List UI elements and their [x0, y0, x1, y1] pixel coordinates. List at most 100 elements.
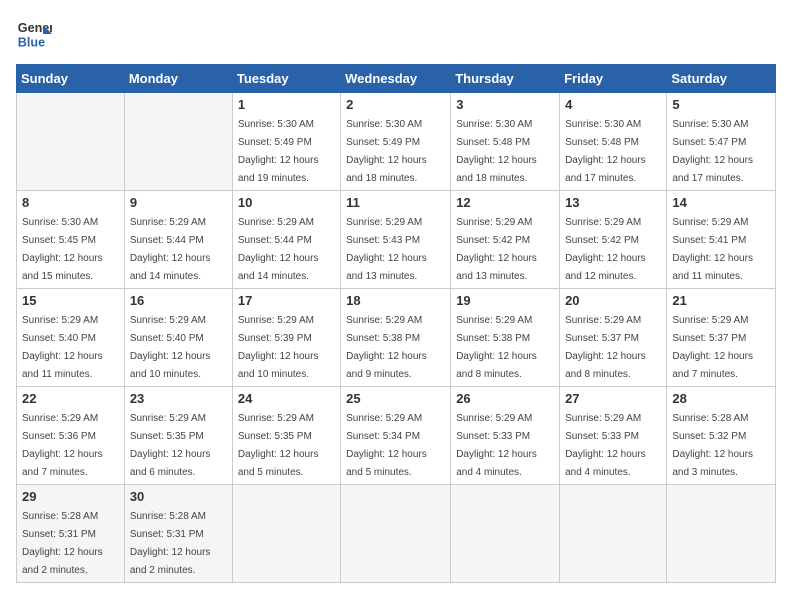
day-info: Sunrise: 5:30 AMSunset: 5:49 PMDaylight:…: [346, 119, 427, 184]
day-info: Sunrise: 5:29 AMSunset: 5:38 PMDaylight:…: [346, 315, 427, 380]
calendar-day-cell: 28 Sunrise: 5:28 AMSunset: 5:32 PMDaylig…: [667, 387, 776, 485]
day-number: 10: [238, 195, 335, 210]
calendar-day-cell: 23 Sunrise: 5:29 AMSunset: 5:35 PMDaylig…: [124, 387, 232, 485]
day-number: 8: [22, 195, 119, 210]
svg-text:Blue: Blue: [18, 36, 45, 50]
day-info: Sunrise: 5:29 AMSunset: 5:42 PMDaylight:…: [565, 217, 646, 282]
calendar-day-cell: 27 Sunrise: 5:29 AMSunset: 5:33 PMDaylig…: [560, 387, 667, 485]
day-info: Sunrise: 5:30 AMSunset: 5:45 PMDaylight:…: [22, 217, 103, 282]
weekday-header: Monday: [124, 65, 232, 93]
day-number: 16: [130, 293, 227, 308]
day-info: Sunrise: 5:28 AMSunset: 5:31 PMDaylight:…: [130, 511, 211, 576]
day-number: 19: [456, 293, 554, 308]
day-info: Sunrise: 5:29 AMSunset: 5:37 PMDaylight:…: [565, 315, 646, 380]
calendar-empty-cell: [17, 93, 125, 191]
weekday-header: Friday: [560, 65, 667, 93]
day-number: 11: [346, 195, 445, 210]
day-number: 27: [565, 391, 661, 406]
calendar-week-row: 29 Sunrise: 5:28 AMSunset: 5:31 PMDaylig…: [17, 485, 776, 583]
calendar-day-cell: 25 Sunrise: 5:29 AMSunset: 5:34 PMDaylig…: [341, 387, 451, 485]
calendar-empty-cell: [341, 485, 451, 583]
day-info: Sunrise: 5:29 AMSunset: 5:38 PMDaylight:…: [456, 315, 537, 380]
calendar-day-cell: 1 Sunrise: 5:30 AMSunset: 5:49 PMDayligh…: [232, 93, 340, 191]
calendar-day-cell: 15 Sunrise: 5:29 AMSunset: 5:40 PMDaylig…: [17, 289, 125, 387]
weekday-header: Tuesday: [232, 65, 340, 93]
calendar-empty-cell: [560, 485, 667, 583]
day-number: 17: [238, 293, 335, 308]
calendar-week-row: 22 Sunrise: 5:29 AMSunset: 5:36 PMDaylig…: [17, 387, 776, 485]
day-number: 18: [346, 293, 445, 308]
calendar-table: SundayMondayTuesdayWednesdayThursdayFrid…: [16, 64, 776, 583]
day-number: 22: [22, 391, 119, 406]
day-info: Sunrise: 5:29 AMSunset: 5:44 PMDaylight:…: [130, 217, 211, 282]
day-info: Sunrise: 5:29 AMSunset: 5:39 PMDaylight:…: [238, 315, 319, 380]
calendar-day-cell: 3 Sunrise: 5:30 AMSunset: 5:48 PMDayligh…: [451, 93, 560, 191]
calendar-day-cell: 5 Sunrise: 5:30 AMSunset: 5:47 PMDayligh…: [667, 93, 776, 191]
calendar-day-cell: 21 Sunrise: 5:29 AMSunset: 5:37 PMDaylig…: [667, 289, 776, 387]
day-number: 4: [565, 97, 661, 112]
calendar-day-cell: 26 Sunrise: 5:29 AMSunset: 5:33 PMDaylig…: [451, 387, 560, 485]
calendar-day-cell: 30 Sunrise: 5:28 AMSunset: 5:31 PMDaylig…: [124, 485, 232, 583]
day-info: Sunrise: 5:29 AMSunset: 5:40 PMDaylight:…: [130, 315, 211, 380]
day-info: Sunrise: 5:29 AMSunset: 5:44 PMDaylight:…: [238, 217, 319, 282]
calendar-week-row: 1 Sunrise: 5:30 AMSunset: 5:49 PMDayligh…: [17, 93, 776, 191]
day-info: Sunrise: 5:29 AMSunset: 5:36 PMDaylight:…: [22, 413, 103, 478]
calendar-empty-cell: [667, 485, 776, 583]
calendar-day-cell: 8 Sunrise: 5:30 AMSunset: 5:45 PMDayligh…: [17, 191, 125, 289]
calendar-day-cell: 14 Sunrise: 5:29 AMSunset: 5:41 PMDaylig…: [667, 191, 776, 289]
calendar-day-cell: 11 Sunrise: 5:29 AMSunset: 5:43 PMDaylig…: [341, 191, 451, 289]
day-number: 14: [672, 195, 770, 210]
logo: General Blue: [16, 16, 52, 52]
day-info: Sunrise: 5:28 AMSunset: 5:32 PMDaylight:…: [672, 413, 753, 478]
day-info: Sunrise: 5:29 AMSunset: 5:34 PMDaylight:…: [346, 413, 427, 478]
day-info: Sunrise: 5:28 AMSunset: 5:31 PMDaylight:…: [22, 511, 103, 576]
day-number: 5: [672, 97, 770, 112]
day-info: Sunrise: 5:29 AMSunset: 5:41 PMDaylight:…: [672, 217, 753, 282]
day-number: 25: [346, 391, 445, 406]
calendar-day-cell: 22 Sunrise: 5:29 AMSunset: 5:36 PMDaylig…: [17, 387, 125, 485]
calendar-day-cell: 24 Sunrise: 5:29 AMSunset: 5:35 PMDaylig…: [232, 387, 340, 485]
logo-icon: General Blue: [16, 16, 52, 52]
day-info: Sunrise: 5:30 AMSunset: 5:48 PMDaylight:…: [456, 119, 537, 184]
day-number: 24: [238, 391, 335, 406]
calendar-week-row: 8 Sunrise: 5:30 AMSunset: 5:45 PMDayligh…: [17, 191, 776, 289]
calendar-day-cell: 13 Sunrise: 5:29 AMSunset: 5:42 PMDaylig…: [560, 191, 667, 289]
day-info: Sunrise: 5:30 AMSunset: 5:48 PMDaylight:…: [565, 119, 646, 184]
weekday-header: Sunday: [17, 65, 125, 93]
day-info: Sunrise: 5:29 AMSunset: 5:33 PMDaylight:…: [565, 413, 646, 478]
day-number: 9: [130, 195, 227, 210]
day-number: 26: [456, 391, 554, 406]
day-info: Sunrise: 5:29 AMSunset: 5:40 PMDaylight:…: [22, 315, 103, 380]
calendar-day-cell: 18 Sunrise: 5:29 AMSunset: 5:38 PMDaylig…: [341, 289, 451, 387]
weekday-header: Thursday: [451, 65, 560, 93]
day-number: 20: [565, 293, 661, 308]
calendar-day-cell: 2 Sunrise: 5:30 AMSunset: 5:49 PMDayligh…: [341, 93, 451, 191]
day-number: 28: [672, 391, 770, 406]
day-number: 29: [22, 489, 119, 504]
calendar-day-cell: 29 Sunrise: 5:28 AMSunset: 5:31 PMDaylig…: [17, 485, 125, 583]
day-number: 15: [22, 293, 119, 308]
calendar-day-cell: 20 Sunrise: 5:29 AMSunset: 5:37 PMDaylig…: [560, 289, 667, 387]
calendar-day-cell: 4 Sunrise: 5:30 AMSunset: 5:48 PMDayligh…: [560, 93, 667, 191]
day-info: Sunrise: 5:29 AMSunset: 5:37 PMDaylight:…: [672, 315, 753, 380]
calendar-empty-cell: [451, 485, 560, 583]
day-info: Sunrise: 5:29 AMSunset: 5:42 PMDaylight:…: [456, 217, 537, 282]
day-number: 23: [130, 391, 227, 406]
day-info: Sunrise: 5:29 AMSunset: 5:35 PMDaylight:…: [130, 413, 211, 478]
calendar-day-cell: 9 Sunrise: 5:29 AMSunset: 5:44 PMDayligh…: [124, 191, 232, 289]
weekday-header: Saturday: [667, 65, 776, 93]
calendar-day-cell: 19 Sunrise: 5:29 AMSunset: 5:38 PMDaylig…: [451, 289, 560, 387]
calendar-day-cell: 16 Sunrise: 5:29 AMSunset: 5:40 PMDaylig…: [124, 289, 232, 387]
calendar-day-cell: 17 Sunrise: 5:29 AMSunset: 5:39 PMDaylig…: [232, 289, 340, 387]
calendar-empty-cell: [124, 93, 232, 191]
day-number: 30: [130, 489, 227, 504]
day-number: 3: [456, 97, 554, 112]
day-number: 2: [346, 97, 445, 112]
day-info: Sunrise: 5:29 AMSunset: 5:33 PMDaylight:…: [456, 413, 537, 478]
calendar-week-row: 15 Sunrise: 5:29 AMSunset: 5:40 PMDaylig…: [17, 289, 776, 387]
calendar-day-cell: 12 Sunrise: 5:29 AMSunset: 5:42 PMDaylig…: [451, 191, 560, 289]
day-number: 13: [565, 195, 661, 210]
calendar-empty-cell: [232, 485, 340, 583]
day-number: 21: [672, 293, 770, 308]
weekday-header: Wednesday: [341, 65, 451, 93]
